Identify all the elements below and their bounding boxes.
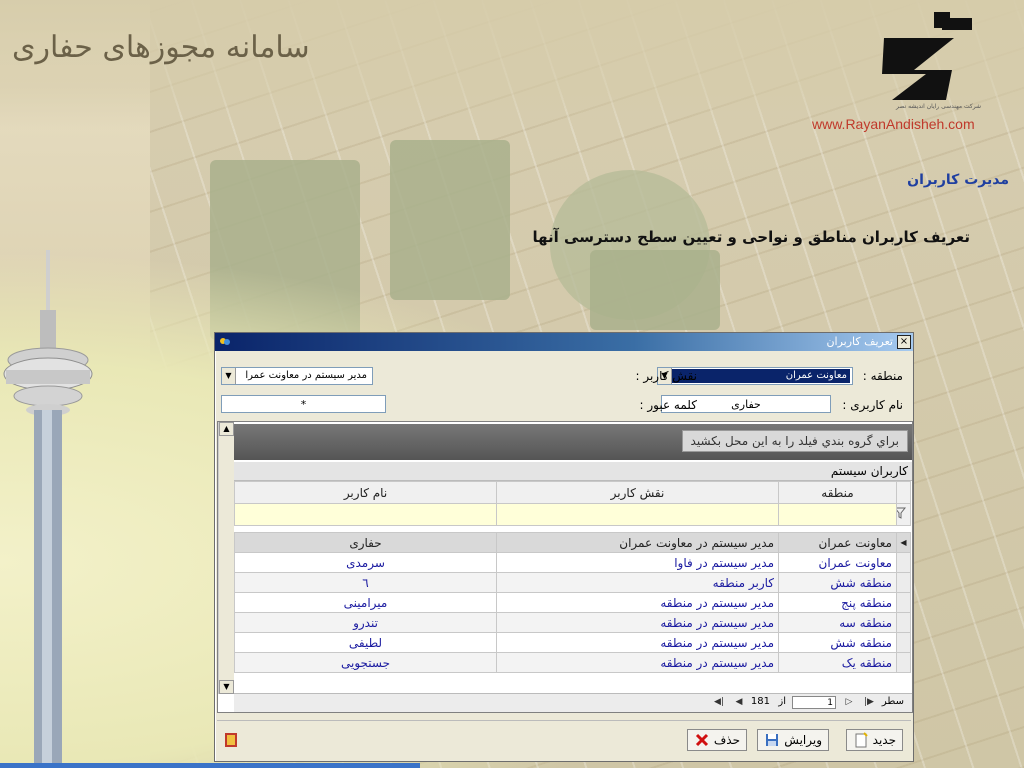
cell-name: حفاری (234, 532, 497, 553)
table-row[interactable]: ◀ معاونت عمران مدیر سیستم در معاونت عمرا… (234, 532, 911, 553)
new-document-icon (855, 732, 868, 748)
website-link[interactable]: www.RayanAndisheh.com (812, 116, 975, 132)
button-bar: جدید ویرایش حذف (217, 720, 911, 759)
table-row[interactable]: منطقه شش کاربر منطقه ٦ (234, 572, 911, 593)
cell-role: مدیر سیستم در منطقه (496, 632, 779, 653)
page-number-input[interactable]: 1 (792, 696, 836, 709)
cell-region: منطقه پنج (778, 592, 897, 613)
cell-name: لطیفی (234, 632, 497, 653)
pager-total: 181 (750, 696, 770, 707)
app-icon (220, 338, 230, 345)
region-value: معاونت عمران (672, 369, 850, 383)
delete-button[interactable]: حذف (686, 729, 747, 751)
cell-role: کاربر منطقه (496, 572, 779, 593)
group-by-hint: براي گروه بندي فيلد را به اين محل بكشيد (681, 430, 908, 452)
row-indicator (896, 612, 911, 633)
table-row[interactable]: منطقه سه مدیر سیستم در منطقه تندرو (234, 612, 911, 633)
cell-name: میرامینی (234, 592, 497, 613)
first-page-icon[interactable]: |◀ (712, 696, 726, 709)
taskbar-strip (0, 763, 420, 768)
column-header-name[interactable]: نام کاربر (234, 481, 497, 504)
role-value: مدیر سیستم در معاونت عمرا (245, 370, 367, 381)
cell-region: منطقه شش (778, 632, 897, 653)
user-definition-dialog: × تعریف کاربران منطقه : معاونت عمران ▼ ن… (214, 332, 914, 762)
cell-region: منطقه سه (778, 612, 897, 633)
row-indicator (896, 632, 911, 653)
page-description: تعریف کاربران مناطق و نواحی و تعیین سطح … (532, 228, 970, 246)
milad-tower-image (3, 250, 93, 768)
role-label: نقش کاربر : (635, 369, 697, 383)
table-row[interactable]: معاونت عمران مدیر سیستم در فاوا سرمدی (234, 552, 911, 573)
cell-region: معاونت عمران (778, 532, 897, 553)
cell-region: معاونت عمران (778, 552, 897, 573)
users-grid: ▲ ▼ براي گروه بندي فيلد را به اين محل بك… (217, 421, 913, 713)
grid-scrollbar[interactable]: ▲ ▼ (218, 422, 234, 694)
table-row[interactable]: منطقه پنج مدیر سیستم در منطقه میرامینی (234, 592, 911, 613)
cell-role: مدیر سیستم در منطقه (496, 592, 779, 613)
row-indicator (896, 572, 911, 593)
cell-name: سرمدی (234, 552, 497, 573)
cell-role: مدیر سیستم در منطقه (496, 652, 779, 673)
group-by-panel[interactable]: براي گروه بندي فيلد را به اين محل بكشيد (234, 424, 912, 460)
role-select[interactable]: مدیر سیستم در معاونت عمرا ▼ (221, 367, 373, 385)
company-logo-icon (882, 12, 972, 100)
cell-role: مدیر سیستم در منطقه (496, 612, 779, 633)
cell-region: منطقه یک (778, 652, 897, 673)
row-indicator (896, 652, 911, 673)
scroll-down-icon[interactable]: ▼ (219, 680, 234, 694)
filter-cell[interactable] (778, 503, 897, 526)
save-disk-icon (766, 734, 779, 746)
row-indicator-icon: ◀ (896, 532, 911, 553)
filter-cell[interactable] (496, 503, 779, 526)
app-title: سامانه مجوزهای حفاری (12, 30, 310, 65)
close-icon[interactable]: × (897, 335, 911, 349)
region-label: منطقه : (862, 369, 903, 383)
username-label: نام کاربری : (842, 398, 903, 412)
new-button[interactable]: جدید (845, 729, 903, 751)
cell-name: جستجویی (234, 652, 497, 673)
scroll-up-icon[interactable]: ▲ (219, 422, 234, 436)
grid-pager: سطر ▶| ▷ 1 از 181 ◀ |◀ (234, 693, 912, 712)
new-button-label: جدید (872, 733, 896, 747)
prev-page-icon[interactable]: ◀ (732, 696, 746, 709)
users-table: منطقه نقش کاربر نام کاربر ◀ معاونت عمران… (234, 481, 911, 673)
cell-region: منطقه شش (778, 572, 897, 593)
pager-row-label: سطر (881, 696, 904, 707)
filter-cell[interactable] (234, 503, 497, 526)
row-indicator (896, 552, 911, 573)
dialog-titlebar[interactable]: × تعریف کاربران (215, 333, 913, 351)
next-page-icon[interactable]: ▷ (842, 696, 856, 709)
edit-button[interactable]: ویرایش (757, 729, 829, 751)
cell-role: مدیر سیستم در فاوا (496, 552, 779, 573)
logo-subtitle: شرکت مهندسی رایان اندیشه نصر (896, 103, 982, 110)
cell-name: ٦ (234, 572, 497, 593)
table-row[interactable]: منطقه شش مدیر سیستم در منطقه لطیفی (234, 632, 911, 653)
section-title: مدیرت کاربران (907, 172, 1009, 188)
table-row[interactable]: منطقه یک مدیر سیستم در منطقه جستجویی (234, 652, 911, 673)
column-header-region[interactable]: منطقه (778, 481, 897, 504)
delete-button-label: حذف (713, 733, 740, 747)
chevron-down-icon[interactable]: ▼ (222, 368, 236, 384)
password-field[interactable]: * (221, 395, 386, 413)
header-indicator (896, 481, 911, 504)
column-header-role[interactable]: نقش کاربر (496, 481, 779, 504)
pager-of-label: از (778, 696, 786, 707)
filter-icon[interactable] (896, 503, 911, 526)
header-band (0, 0, 1024, 130)
filter-row[interactable] (234, 503, 911, 526)
row-indicator (896, 592, 911, 613)
dialog-title: تعریف کاربران (826, 335, 893, 348)
delete-x-icon (695, 733, 708, 747)
grid-caption: کاربران سیستم (234, 462, 912, 481)
password-label: کلمه عبور : (639, 398, 697, 412)
last-page-icon[interactable]: ▶| (862, 696, 876, 709)
cell-name: تندرو (234, 612, 497, 633)
cell-role: مدیر سیستم در معاونت عمران (496, 532, 779, 553)
exit-icon[interactable] (223, 732, 239, 748)
edit-button-label: ویرایش (784, 733, 822, 747)
